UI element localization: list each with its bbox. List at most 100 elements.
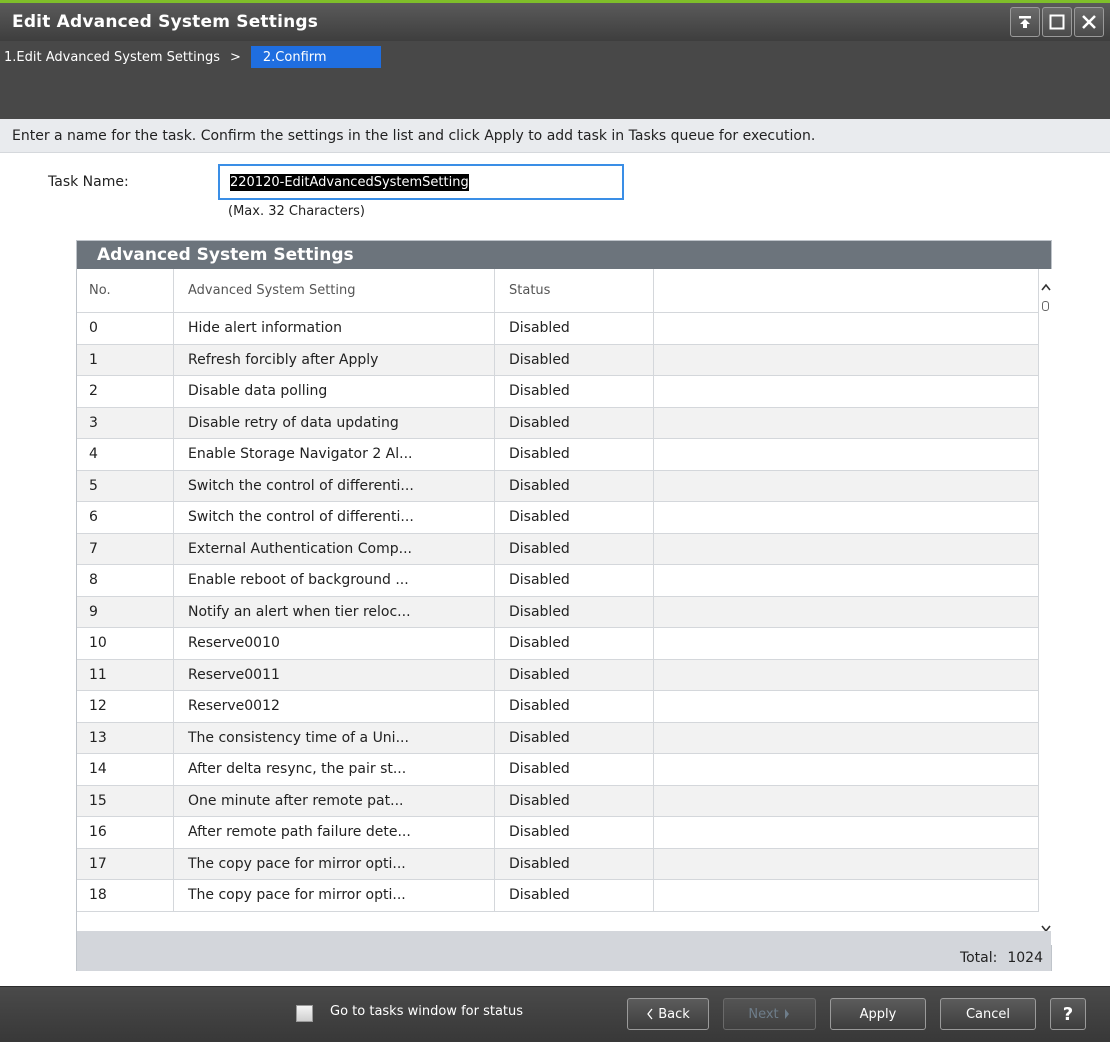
- cell-no: 12: [77, 691, 174, 722]
- table-row[interactable]: 4 Enable Storage Navigator 2 Al... Disable…: [77, 439, 1039, 471]
- panel-title: Advanced System Settings: [77, 241, 1051, 269]
- next-button[interactable]: Next: [723, 998, 816, 1030]
- window-title: Edit Advanced System Settings: [12, 12, 319, 32]
- table-row[interactable]: 17 The copy pace for mirror opti... Disabl…: [77, 848, 1039, 880]
- cancel-button-label: Cancel: [965, 1006, 1011, 1022]
- help-icon: ?: [1062, 1003, 1074, 1025]
- table-row[interactable]: 6 Switch the control of differenti... Disa…: [77, 502, 1039, 534]
- table-row[interactable]: 2 Disable data polling Disabled: [77, 376, 1039, 408]
- cell-setting: Switch the control of differenti...: [174, 502, 495, 533]
- apply-button-label: Apply: [859, 1006, 897, 1022]
- cell-blank: [654, 376, 1039, 407]
- cell-setting: Enable Storage Navigator 2 Al...: [174, 439, 495, 470]
- maximize-icon[interactable]: [1042, 7, 1072, 37]
- cell-status: Disabled: [495, 344, 654, 375]
- title-bar: Edit Advanced System Settings: [0, 0, 1110, 41]
- cell-no: 4: [77, 439, 174, 470]
- cell-setting: External Authentication Comp...: [174, 533, 495, 564]
- cell-no: 15: [77, 785, 174, 816]
- next-button-label: Next: [748, 1006, 779, 1022]
- cell-no: 17: [77, 848, 174, 879]
- table-row[interactable]: 11 Reserve0011 Disabled: [77, 659, 1039, 691]
- column-header-status[interactable]: Status: [495, 269, 654, 312]
- table-row[interactable]: 5 Switch the control of differenti... Disa…: [77, 470, 1039, 502]
- pin-icon[interactable]: [1010, 7, 1040, 37]
- column-header-setting[interactable]: Advanced System Setting: [174, 269, 495, 312]
- cell-blank: [654, 848, 1039, 879]
- cell-blank: [654, 628, 1039, 659]
- table-row[interactable]: 15 One minute after remote pat... Disabled: [77, 785, 1039, 817]
- cell-setting: After remote path failure dete...: [174, 817, 495, 848]
- cell-setting: Enable reboot of background ...: [174, 565, 495, 596]
- table-row[interactable]: 0 Hide alert information Disabled: [77, 313, 1039, 345]
- table-row[interactable]: 10 Reserve0010 Disabled: [77, 628, 1039, 660]
- task-name-value: 220120-EditAdvancedSystemSetting: [230, 173, 469, 191]
- cell-status: Disabled: [495, 502, 654, 533]
- cell-status: Disabled: [495, 407, 654, 438]
- task-name-hint: (Max. 32 Characters): [228, 204, 365, 219]
- table-row[interactable]: 12 Reserve0012 Disabled: [77, 691, 1039, 723]
- cell-blank: [654, 502, 1039, 533]
- scroll-thumb[interactable]: [1042, 301, 1049, 311]
- help-button[interactable]: ?: [1050, 998, 1086, 1030]
- cell-blank: [654, 722, 1039, 753]
- close-icon[interactable]: [1074, 7, 1104, 37]
- table-header: No. Advanced System Setting Status: [77, 269, 1039, 313]
- cell-status: Disabled: [495, 754, 654, 785]
- cell-setting: Hide alert information: [174, 313, 495, 344]
- cell-blank: [654, 785, 1039, 816]
- task-name-input[interactable]: 220120-EditAdvancedSystemSetting: [218, 164, 624, 200]
- cell-blank: [654, 313, 1039, 344]
- chevron-left-icon: [647, 1008, 653, 1020]
- cell-status: Disabled: [495, 691, 654, 722]
- go-to-tasks-label[interactable]: Go to tasks window for status: [330, 1004, 523, 1019]
- cell-no: 1: [77, 344, 174, 375]
- task-name-label: Task Name:: [48, 174, 129, 190]
- cancel-button[interactable]: Cancel: [940, 998, 1036, 1030]
- cell-setting: Notify an alert when tier reloc...: [174, 596, 495, 627]
- cell-blank: [654, 817, 1039, 848]
- go-to-tasks-checkbox[interactable]: [296, 1005, 313, 1022]
- cell-status: Disabled: [495, 880, 654, 911]
- scroll-up-icon[interactable]: [1039, 283, 1053, 295]
- instruction-text: Enter a name for the task. Confirm the s…: [0, 119, 1110, 153]
- cell-no: 10: [77, 628, 174, 659]
- table-row[interactable]: 8 Enable reboot of background ... Disabled: [77, 565, 1039, 597]
- back-button[interactable]: Back: [627, 998, 709, 1030]
- cell-status: Disabled: [495, 596, 654, 627]
- advanced-settings-panel: Advanced System Settings No. Advanced Sy…: [76, 240, 1053, 971]
- cell-setting: The consistency time of a Uni...: [174, 722, 495, 753]
- cell-status: Disabled: [495, 848, 654, 879]
- cell-setting: Reserve0012: [174, 691, 495, 722]
- column-header-blank: [654, 269, 1039, 312]
- table-row[interactable]: 1 Refresh forcibly after Apply Disabled: [77, 344, 1039, 376]
- step-confirm: 2.Confirm: [250, 46, 381, 68]
- column-header-no[interactable]: No.: [77, 269, 174, 312]
- cell-blank: [654, 596, 1039, 627]
- table-row[interactable]: 7 External Authentication Comp... Disabled: [77, 533, 1039, 565]
- bottom-bar: Go to tasks window for status Back Next …: [0, 986, 1110, 1042]
- cell-no: 13: [77, 722, 174, 753]
- cell-status: Disabled: [495, 376, 654, 407]
- back-button-label: Back: [658, 1006, 690, 1022]
- table-row[interactable]: 9 Notify an alert when tier reloc... Disab…: [77, 596, 1039, 628]
- table-bottom-strip: [77, 931, 1051, 945]
- vertical-scrollbar[interactable]: [1039, 269, 1053, 945]
- table-row[interactable]: 3 Disable retry of data updating Disabled: [77, 407, 1039, 439]
- chevron-right-icon: [784, 1009, 789, 1019]
- cell-blank: [654, 407, 1039, 438]
- table-row[interactable]: 14 After delta resync, the pair st... Disa…: [77, 754, 1039, 786]
- cell-blank: [654, 880, 1039, 911]
- table-row[interactable]: 16 After remote path failure dete... Disab…: [77, 817, 1039, 849]
- cell-no: 16: [77, 817, 174, 848]
- cell-status: Disabled: [495, 659, 654, 690]
- cell-blank: [654, 659, 1039, 690]
- table-row[interactable]: 18 The copy pace for mirror opti... Disabl…: [77, 880, 1039, 912]
- table-footer: Total: 1024: [77, 945, 1051, 971]
- cell-blank: [654, 344, 1039, 375]
- apply-button[interactable]: Apply: [830, 998, 926, 1030]
- table-row[interactable]: 13 The consistency time of a Uni... Disabl…: [77, 722, 1039, 754]
- step-edit[interactable]: 1.Edit Advanced System Settings: [0, 50, 220, 65]
- cell-status: Disabled: [495, 565, 654, 596]
- cell-status: Disabled: [495, 785, 654, 816]
